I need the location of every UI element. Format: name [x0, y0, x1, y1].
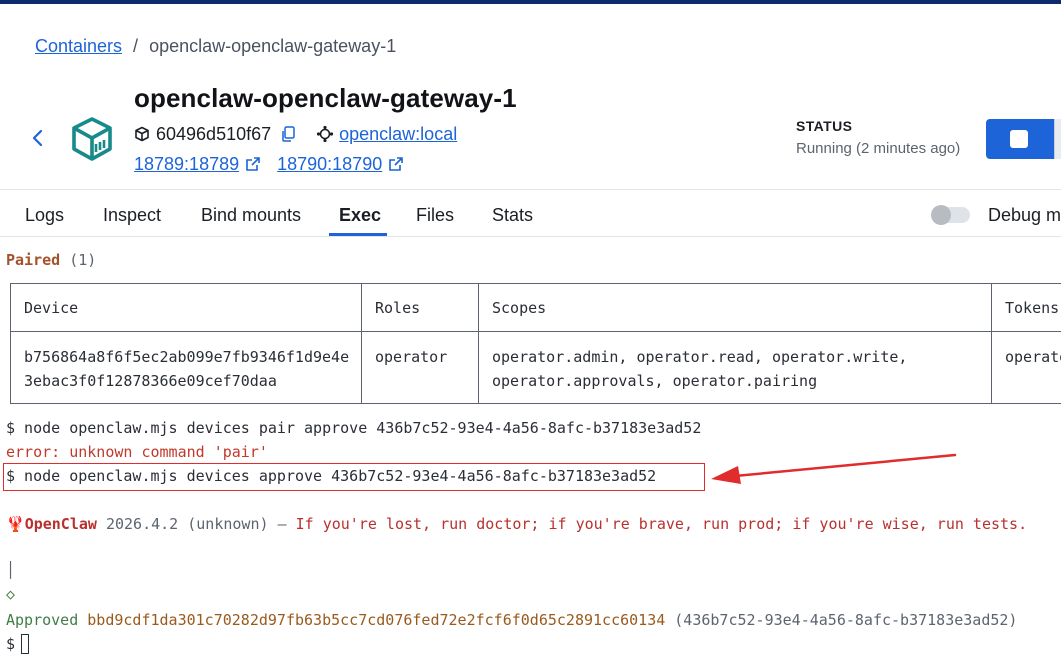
pipe-glyph: │	[6, 561, 16, 579]
terminal-cursor[interactable]	[21, 634, 30, 654]
tab-inspect[interactable]: Inspect	[103, 205, 161, 226]
image-link[interactable]: openclaw:local	[339, 124, 457, 145]
external-link-icon[interactable]	[245, 156, 261, 172]
box-icon	[135, 126, 149, 142]
breadcrumb-current: openclaw-openclaw-gateway-1	[149, 36, 397, 56]
tab-stats[interactable]: Stats	[492, 205, 533, 226]
annotation-arrow-icon	[711, 453, 957, 484]
highlight-box	[3, 463, 705, 491]
table-header-scopes: Scopes	[478, 283, 992, 332]
image-node-icon	[317, 125, 334, 143]
stop-button[interactable]	[986, 119, 1054, 159]
tab-files[interactable]: Files	[416, 205, 454, 226]
external-link-icon[interactable]	[388, 156, 404, 172]
roles-cell: operator	[361, 331, 479, 404]
table-header-roles: Roles	[361, 283, 479, 332]
tab-bind-mounts[interactable]: Bind mounts	[201, 205, 301, 226]
banner-dash: —	[277, 515, 287, 533]
ports-row: 18789:18789 18790:18790	[134, 152, 404, 176]
table-row: b756864a8f6f5ec2ab099e7fb9346f1d9e4e 3eb…	[10, 331, 1061, 404]
stop-icon	[1010, 130, 1028, 148]
container-cube-icon	[72, 117, 112, 161]
copy-icon[interactable]	[280, 125, 296, 143]
container-meta-row: 60496d510f67 openclaw:local	[134, 122, 457, 146]
table-header-tokens: Tokens	[991, 283, 1061, 332]
prompt-symbol: $	[6, 635, 16, 653]
tab-logs[interactable]: Logs	[25, 205, 64, 226]
status-label: STATUS	[796, 118, 853, 134]
paired-devices-table: Device Roles Scopes Tokens b756864a8f6f5…	[10, 283, 1061, 404]
banner-version: 2026.4.2	[105, 515, 179, 533]
status-value: Running (2 minutes ago)	[796, 140, 961, 157]
more-actions-button[interactable]	[1054, 119, 1061, 159]
error-line: error: unknown command 'pair'	[6, 443, 268, 461]
table-header-device: Device	[10, 283, 362, 332]
lobster-icon: 🦞	[6, 515, 25, 533]
approved-id: (436b7c52-93e4-4a56-8afc-b37183e3ad52)	[674, 611, 1018, 629]
banner-build: (unknown)	[187, 515, 269, 533]
port-link-2[interactable]: 18790:18790	[277, 154, 382, 175]
tab-exec[interactable]: Exec	[339, 205, 381, 226]
tabs-divider	[0, 236, 1061, 237]
top-accent-bar	[0, 0, 1061, 4]
debug-mode-label: Debug m	[988, 205, 1061, 225]
banner-tagline: If you're lost, run doctor; if you're br…	[295, 515, 1028, 533]
device-cell: b756864a8f6f5ec2ab099e7fb9346f1d9e4e 3eb…	[10, 331, 362, 404]
breadcrumb: Containers / openclaw-openclaw-gateway-1	[35, 36, 396, 57]
breadcrumb-containers-link[interactable]: Containers	[35, 36, 122, 56]
banner-name: OpenClaw	[24, 515, 97, 533]
approved-label: Approved	[6, 611, 79, 629]
paired-label: Paired	[6, 251, 61, 269]
header-divider	[0, 189, 1061, 190]
approved-hash: bbd9cdf1da301c70282d97fb63b5cc7cd076fed7…	[87, 611, 666, 629]
toggle-knob	[931, 205, 951, 225]
approved-line: Approved bbd9cdf1da301c70282d97fb63b5cc7…	[6, 611, 1017, 629]
diamond-glyph: ◇	[6, 585, 16, 603]
chevron-left-icon[interactable]	[30, 126, 46, 150]
paired-heading: Paired (1)	[6, 251, 96, 269]
paired-count: (1)	[69, 251, 97, 269]
breadcrumb-separator: /	[133, 36, 139, 56]
command-line-1: $ node openclaw.mjs devices pair approve…	[6, 419, 702, 437]
debug-mode-toggle[interactable]	[931, 205, 970, 225]
port-link-1[interactable]: 18789:18789	[134, 154, 239, 175]
banner-line: 🦞OpenClaw 2026.4.2 (unknown) — If you're…	[6, 515, 1027, 533]
container-title: openclaw-openclaw-gateway-1	[134, 83, 517, 113]
container-id: 60496d510f67	[156, 123, 272, 144]
prompt-line: $	[6, 634, 30, 654]
scopes-cell: operator.admin, operator.read, operator.…	[478, 331, 992, 404]
tokens-cell: operato	[991, 331, 1061, 404]
